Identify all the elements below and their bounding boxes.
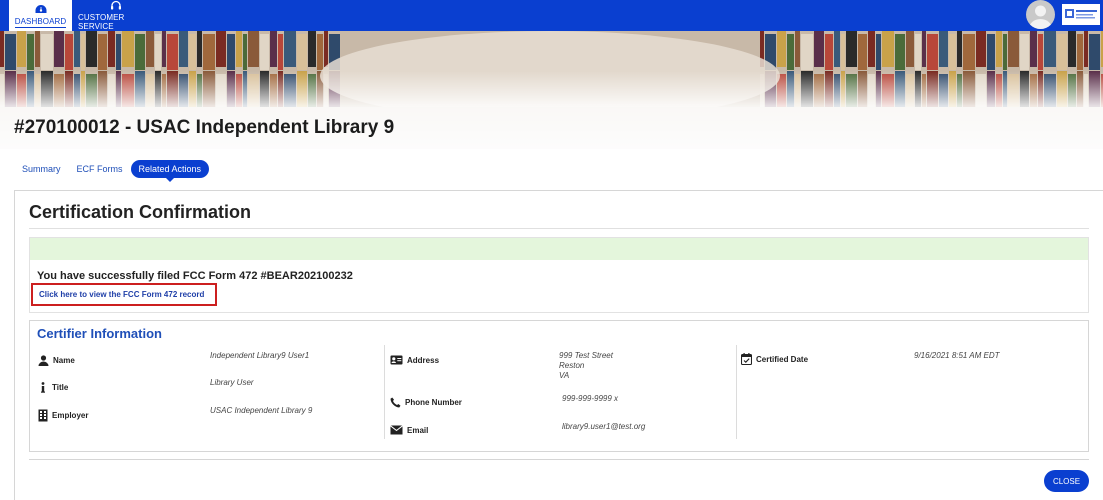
address-label-row: Address [390, 355, 439, 365]
certified-date-value: 9/16/2021 8:51 AM EDT [914, 351, 1000, 360]
dashboard-icon [35, 4, 46, 13]
nav-dashboard-label: DASHBOARD [14, 16, 67, 28]
phone-label: Phone Number [405, 398, 462, 407]
tab-summary[interactable]: Summary [14, 160, 69, 178]
phone-label-row: Phone Number [390, 397, 462, 408]
title-label-row: Title [40, 382, 68, 393]
certified-date-label: Certified Date [756, 354, 809, 364]
nav-customer-service[interactable]: CUSTOMER SERVICE [78, 0, 154, 31]
info-icon [41, 382, 45, 393]
avatar[interactable] [1026, 0, 1055, 29]
envelope-icon [390, 425, 403, 435]
employer-label-row: Employer [38, 409, 88, 422]
email-label: Email [407, 425, 429, 435]
heading-divider [29, 228, 1089, 229]
user-avatar-icon [1029, 5, 1052, 29]
address-line-3: VA [559, 371, 570, 380]
success-box: You have successfully filed FCC Form 472… [29, 237, 1089, 313]
nav-customer-service-label: CUSTOMER SERVICE [78, 13, 125, 31]
email-value: library9.user1@test.org [562, 422, 646, 431]
name-label-row: Name [38, 355, 75, 366]
headset-icon [111, 0, 121, 10]
nav-dashboard[interactable]: DASHBOARD [9, 0, 72, 31]
view-form-472-link[interactable]: Click here to view the FCC Form 472 reco… [31, 283, 217, 306]
employer-value: USAC Independent Library 9 [210, 406, 313, 415]
column-divider [736, 345, 737, 439]
tab-related-actions[interactable]: Related Actions [130, 159, 210, 182]
tab-bar: Summary ECF Forms Related Actions [14, 159, 210, 182]
user-icon [38, 355, 49, 366]
title-value: Library User [210, 378, 254, 387]
close-button[interactable]: CLOSE [1044, 470, 1089, 492]
footer-divider [29, 459, 1089, 460]
logo-graphic [1065, 9, 1097, 19]
address-card-icon [390, 355, 403, 365]
name-value: Independent Library9 User1 [210, 351, 310, 360]
success-banner [30, 238, 1088, 260]
address-label: Address [407, 355, 440, 365]
phone-icon [390, 397, 401, 408]
library-banner: #270100012 - USAC Independent Library 9 [0, 31, 1103, 149]
tab-ecf-forms[interactable]: ECF Forms [69, 160, 131, 178]
top-nav: DASHBOARD CUSTOMER SERVICE [0, 0, 1103, 31]
email-label-row: Email [390, 425, 428, 435]
employer-label: Employer [52, 411, 89, 420]
building-icon [38, 409, 48, 422]
certification-panel: Certification Confirmation You have succ… [14, 190, 1103, 500]
title-label: Title [52, 383, 69, 392]
certification-heading: Certification Confirmation [29, 202, 252, 222]
page-title: #270100012 - USAC Independent Library 9 [14, 117, 395, 138]
address-line-1: 999 Test Street [559, 351, 613, 360]
phone-value: 999-999-9999 x [562, 394, 619, 403]
certified-date-label-row: Certified Date [741, 353, 808, 365]
success-message: You have successfully filed FCC Form 472… [37, 270, 353, 282]
column-divider [384, 345, 385, 439]
name-label: Name [53, 356, 75, 365]
address-line-2: Reston [559, 361, 585, 370]
calendar-check-icon [741, 353, 752, 365]
certifier-heading: Certifier Information [37, 326, 162, 341]
usac-logo [1062, 4, 1100, 25]
certifier-information: Certifier Information Name Independent L… [29, 320, 1089, 452]
